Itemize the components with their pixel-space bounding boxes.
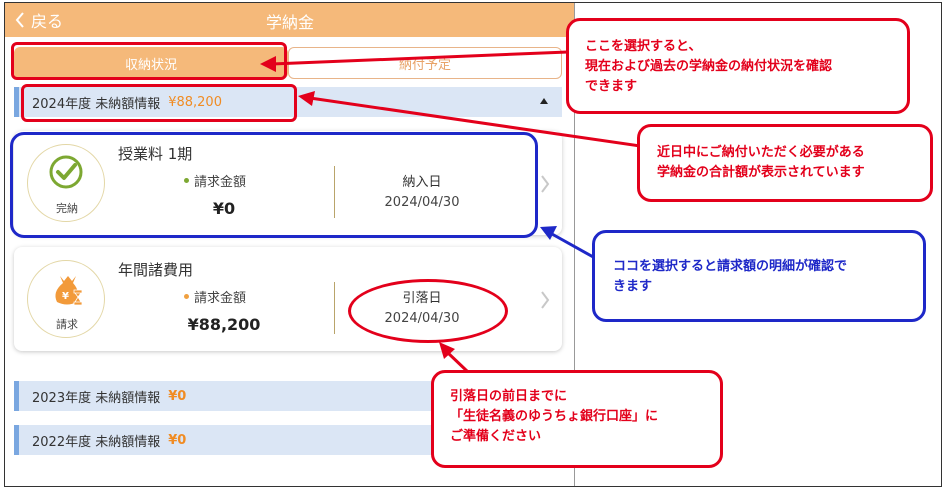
page-title: 学納金: [265, 13, 314, 32]
callout-line: 近日中にご納付いただく必要がある: [657, 145, 865, 160]
callout-detail-note: ココを選択すると請求額の明細が確認で きます: [592, 230, 926, 322]
callout-line: きます: [613, 279, 653, 294]
highlight-tab: [11, 42, 287, 80]
status-label: 請求: [56, 318, 78, 331]
highlight-total: [21, 84, 297, 122]
tab-label: 納付予定: [398, 57, 451, 73]
bill-amount-label-text: 請求金額: [194, 291, 247, 306]
svg-text:¥: ¥: [62, 291, 69, 302]
year-section-label: 2023年度 未納額情報: [32, 390, 161, 406]
callout-line: ご準備ください: [450, 429, 542, 444]
highlight-card: [10, 132, 538, 238]
callout-line: 引落日の前日までに: [450, 389, 568, 404]
callout-line: 「生徒名義のゆうちょ銀行口座」に: [450, 409, 659, 424]
chevron-right-icon: [541, 175, 550, 193]
divider: [334, 282, 335, 334]
tab-payment-schedule[interactable]: 納付予定: [288, 47, 562, 79]
caret-up-icon: [540, 98, 548, 104]
callout-debit-note: 引落日の前日までに 「生徒名義のゆうちょ銀行口座」に ご準備ください: [431, 370, 723, 468]
callout-line: できます: [585, 79, 638, 94]
callout-total-note: 近日中にご納付いただく必要がある 学納金の合計額が表示されています: [637, 124, 933, 202]
callout-line: 学納金の合計額が表示されています: [657, 165, 865, 180]
callout-line: 現在および過去の学納金の納付状況を確認: [585, 59, 833, 74]
callout-tab-note: ここを選択すると、 現在および過去の学納金の納付状況を確認 できます: [566, 18, 910, 114]
status-badge: ¥ 請求: [27, 260, 105, 338]
bill-amount: ¥88,200: [187, 315, 261, 334]
card-title: 年間諸費用: [118, 261, 194, 279]
highlight-debit-date: [348, 279, 508, 343]
year-section-amount: ¥0: [168, 432, 187, 448]
year-section-amount: ¥0: [168, 388, 187, 404]
app-header: 戻る 学納金: [5, 3, 574, 37]
chevron-right-icon: [541, 291, 550, 309]
bullet-icon: [184, 294, 189, 299]
bill-amount-label: 請求金額: [184, 287, 246, 306]
callout-line: ココを選択すると請求額の明細が確認で: [613, 259, 848, 274]
callout-line: ここを選択すると、: [585, 39, 702, 54]
money-bag-icon: ¥: [55, 276, 83, 306]
year-section-label: 2022年度 未納額情報: [32, 434, 161, 450]
